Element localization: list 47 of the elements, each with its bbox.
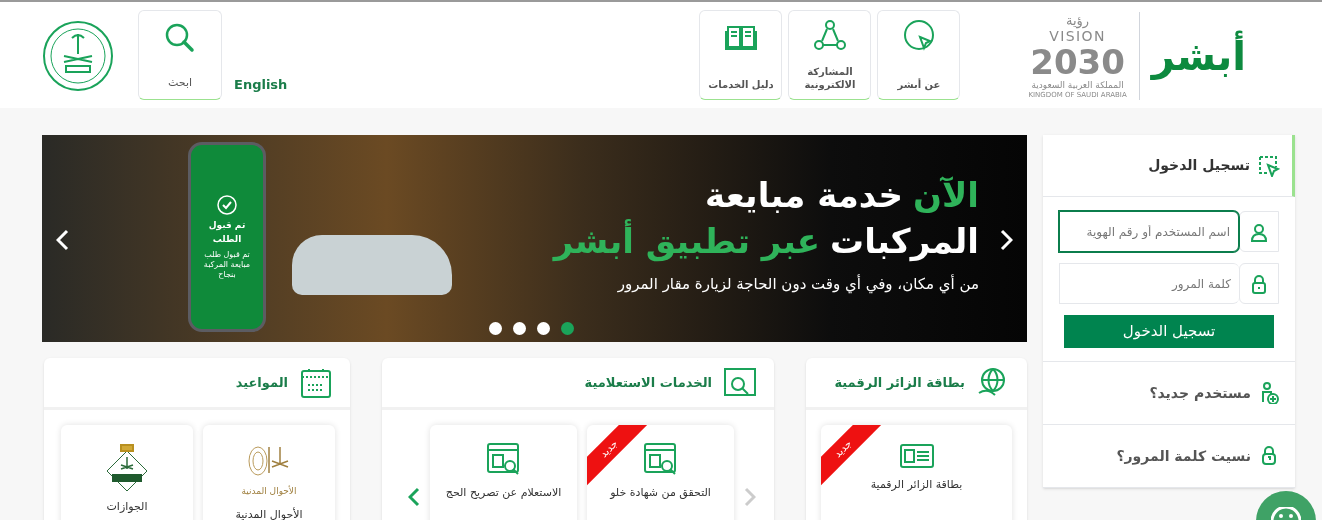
search-button[interactable]: ابحث: [138, 10, 222, 100]
banner-headline: خدمة مبايعة: [705, 174, 903, 217]
login-title: تسجيل الدخول: [1148, 156, 1250, 176]
passports-logo: [105, 443, 149, 491]
id-card-icon: [899, 443, 934, 469]
nav-button[interactable]: عن أبشر: [877, 10, 961, 100]
absher-logo[interactable]: أبشر: [1138, 12, 1246, 100]
service-tile[interactable]: الأحوال المدنية الأحوال المدنية: [203, 425, 335, 520]
tile-label: الأحوال المدنية: [234, 506, 304, 520]
banner-subtitle: من أي مكان، وفي أي وقت دون الحاجة لزيارة مقار المرور: [617, 273, 979, 296]
banner-headline: الآن: [913, 174, 979, 217]
cursor-icon: [901, 19, 936, 53]
network-icon: [812, 19, 847, 53]
login-link[interactable]: مستخدم جديد؟: [1043, 362, 1295, 425]
tile-label: الاستعلام عن تصريح الحج: [444, 485, 563, 501]
lock-icon: [1249, 273, 1269, 294]
service-tile[interactable]: الاستعلام عن تصريح الحج: [430, 425, 577, 520]
phone-text: تم قبول طلب مبايعة المركبة بنجاح: [202, 250, 252, 280]
service-tile[interactable]: الجوازات: [61, 425, 193, 520]
magnifier-window-icon: [724, 366, 756, 399]
login-link[interactable]: نسيت كلمة المرور؟: [1043, 425, 1295, 488]
calendar-icon: [300, 366, 332, 399]
login-button[interactable]: تسجيل الدخول: [1064, 315, 1274, 348]
language-link[interactable]: English: [234, 74, 288, 94]
lock-icon: [1259, 445, 1279, 467]
password-field[interactable]: كلمة المرور: [1059, 263, 1239, 304]
emblem-logo: [42, 20, 114, 92]
tile-label: الجوازات: [105, 499, 149, 515]
banner-headline: عبر تطبيق أبشر: [553, 218, 821, 264]
nav-button[interactable]: دليل الخدمات: [699, 10, 783, 100]
card-title: المواعيد: [235, 373, 288, 392]
search-icon: [165, 23, 195, 53]
nav-button[interactable]: المشاركة الالكترونية: [788, 10, 872, 100]
card-title: بطاقة الزائر الرقمية: [834, 373, 965, 392]
phone-title: تم قبول الطلب: [207, 219, 247, 246]
chat-icon: [1271, 507, 1301, 520]
new-user-icon: [1259, 382, 1279, 404]
cursor-select-icon: [1258, 154, 1280, 177]
service-tile[interactable]: التحقق من شهادة خلو جديد: [587, 425, 734, 520]
card-title: الخدمات الاستعلامية: [584, 373, 712, 392]
document-search-icon: [643, 443, 678, 477]
user-icon: [1249, 221, 1269, 242]
logo-caption: الأحوال المدنية: [241, 485, 297, 498]
document-search-icon: [486, 443, 521, 477]
banner-headline: المركبات: [830, 219, 979, 264]
service-tile[interactable]: بطاقة الزائر الرقمية جديد: [821, 425, 1012, 520]
check-icon: [217, 195, 237, 215]
